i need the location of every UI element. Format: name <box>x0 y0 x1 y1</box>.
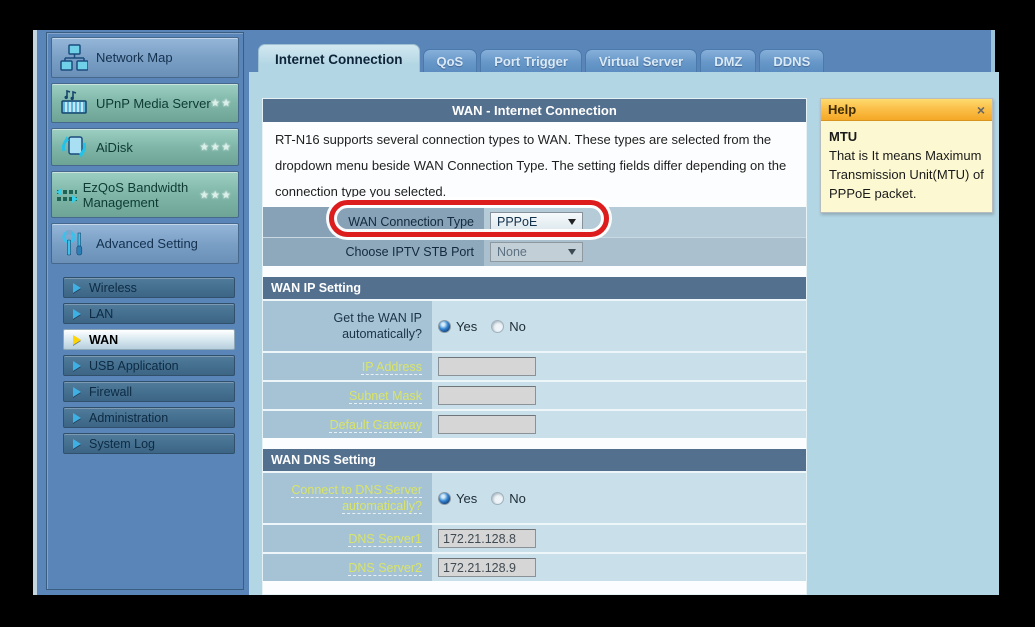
router-admin-page: Network Map UPnP Media Server ★★ AiDisk … <box>33 30 999 595</box>
radio-dns-no[interactable] <box>491 491 505 505</box>
arrow-icon <box>73 360 81 371</box>
radio-label-no: No <box>509 318 526 334</box>
tab-ddns[interactable]: DDNS <box>759 49 825 73</box>
arrow-icon <box>73 386 81 397</box>
radio-wan-ip-no[interactable] <box>491 319 505 333</box>
intro-text: RT-N16 supports several connection types… <box>275 132 787 199</box>
sidebar-item-label: Network Map <box>96 50 173 65</box>
table-row: Choose IPTV STB Port None <box>263 237 806 266</box>
radio-label-yes: Yes <box>456 490 478 506</box>
help-title: Help <box>828 102 857 117</box>
rating-stars: ★★★ <box>199 189 232 201</box>
close-icon[interactable]: × <box>977 103 985 117</box>
table-row: DNS Server1 <box>263 523 806 552</box>
table-row: Connect to DNS Server automatically? Yes… <box>263 471 806 523</box>
subnet-mask-link[interactable]: Subnet Mask <box>349 388 422 404</box>
arrow-icon <box>73 308 81 319</box>
content-panel: WAN - Internet Connection RT-N16 support… <box>249 72 999 595</box>
help-description: That is It means Maximum Transmission Un… <box>829 148 984 201</box>
iptv-stb-port-label: Choose IPTV STB Port <box>263 238 484 266</box>
get-wan-ip-auto-label: Get the WAN IP automatically? <box>263 301 432 351</box>
table-row: Default Gateway <box>263 409 806 438</box>
dns-server1-input[interactable] <box>438 529 536 548</box>
sidebar-item-ezqos[interactable]: EzQoS Bandwidth Management ★★★ <box>51 171 239 218</box>
sidebar-item-network-map[interactable]: Network Map <box>51 37 239 78</box>
sidebar-item-label: AiDisk <box>96 139 133 155</box>
radio-label-yes: Yes <box>456 318 478 334</box>
sidebar-item-wan[interactable]: WAN <box>63 329 235 350</box>
sidebar-sub-label: Administration <box>89 410 169 425</box>
table-row: Subnet Mask <box>263 380 806 409</box>
connect-dns-auto-link[interactable]: Connect to DNS Server automatically? <box>263 482 422 514</box>
chevron-down-icon <box>568 249 576 255</box>
sidebar-item-label: Advanced Setting <box>96 236 198 251</box>
sidebar-item-lan[interactable]: LAN <box>63 303 235 324</box>
sidebar-item-aidisk[interactable]: AiDisk ★★★ <box>51 128 239 166</box>
page-title: WAN - Internet Connection <box>263 99 806 122</box>
sidebar-item-advanced-setting[interactable]: Advanced Setting <box>51 223 239 264</box>
aidisk-icon <box>52 133 96 161</box>
default-gateway-link[interactable]: Default Gateway <box>330 417 422 433</box>
tab-internet-connection[interactable]: Internet Connection <box>258 44 420 73</box>
tab-dmz[interactable]: DMZ <box>700 49 757 73</box>
radio-dns-yes[interactable] <box>438 491 451 505</box>
sidebar-sub-label: WAN <box>89 332 119 347</box>
sidebar-item-usb-application[interactable]: USB Application <box>63 355 235 376</box>
arrow-icon <box>73 412 81 423</box>
sidebar-sub-label: Firewall <box>89 384 133 399</box>
iptv-stb-port-select[interactable]: None <box>490 242 583 262</box>
table-row: Get the WAN IP automatically? Yes No <box>263 299 806 351</box>
table-row: WAN Connection Type PPPoE <box>263 207 806 237</box>
arrow-icon <box>73 334 81 345</box>
tab-qos[interactable]: QoS <box>422 49 478 73</box>
help-body: MTU That is It means Maximum Transmissio… <box>821 121 992 212</box>
ip-address-link[interactable]: IP Address <box>362 359 422 375</box>
tab-virtual-server[interactable]: Virtual Server <box>584 49 698 73</box>
wan-connection-type-select[interactable]: PPPoE <box>490 212 583 232</box>
sidebar-sub-label: Wireless <box>89 280 137 295</box>
sidebar-item-firewall[interactable]: Firewall <box>63 381 235 402</box>
rating-stars: ★★★ <box>199 141 232 154</box>
tab-port-trigger[interactable]: Port Trigger <box>480 49 582 73</box>
connection-type-table: WAN Connection Type PPPoE Choose IPTV ST… <box>263 207 806 266</box>
table-row: IP Address <box>263 351 806 380</box>
sidebar-sub-label: System Log <box>89 436 156 451</box>
arrow-icon <box>73 438 81 449</box>
help-titlebar: Help × <box>821 99 992 121</box>
radio-wan-ip-yes[interactable] <box>438 319 451 333</box>
rating-stars: ★★ <box>210 97 232 110</box>
sidebar-sub-label: LAN <box>89 306 114 321</box>
ip-address-input[interactable] <box>438 357 536 376</box>
advanced-setting-icon <box>52 229 96 258</box>
main-box: WAN - Internet Connection RT-N16 support… <box>262 98 807 595</box>
help-term: MTU <box>829 129 858 144</box>
section-title: WAN DNS Setting <box>263 449 806 471</box>
wan-ip-setting-section: WAN IP Setting Get the WAN IP automatica… <box>263 277 806 438</box>
sidebar-sub-label: USB Application <box>89 358 179 373</box>
subnet-mask-input[interactable] <box>438 386 536 405</box>
wan-dns-setting-section: WAN DNS Setting Connect to DNS Server au… <box>263 449 806 581</box>
help-panel: Help × MTU That is It means Maximum Tran… <box>820 98 993 213</box>
dns-server2-link[interactable]: DNS Server2 <box>348 560 422 576</box>
sidebar-item-upnp-media-server[interactable]: UPnP Media Server ★★ <box>51 83 239 123</box>
sidebar: Network Map UPnP Media Server ★★ AiDisk … <box>46 32 244 590</box>
chevron-down-icon <box>568 219 576 225</box>
sidebar-item-wireless[interactable]: Wireless <box>63 277 235 298</box>
sidebar-item-system-log[interactable]: System Log <box>63 433 235 454</box>
selected-option: PPPoE <box>497 215 538 229</box>
dns-server1-link[interactable]: DNS Server1 <box>348 531 422 547</box>
network-map-icon <box>52 43 96 72</box>
selected-option: None <box>497 245 527 259</box>
section-title: WAN IP Setting <box>263 277 806 299</box>
sidebar-item-administration[interactable]: Administration <box>63 407 235 428</box>
media-server-icon <box>52 89 96 117</box>
dns-server2-input[interactable] <box>438 558 536 577</box>
wan-connection-type-label: WAN Connection Type <box>263 207 484 237</box>
radio-label-no: No <box>509 490 526 506</box>
default-gateway-input[interactable] <box>438 415 536 434</box>
arrow-icon <box>73 282 81 293</box>
tab-bar: Internet Connection QoS Port Trigger Vir… <box>249 44 827 73</box>
table-row: DNS Server2 <box>263 552 806 581</box>
ezqos-icon <box>52 181 83 209</box>
